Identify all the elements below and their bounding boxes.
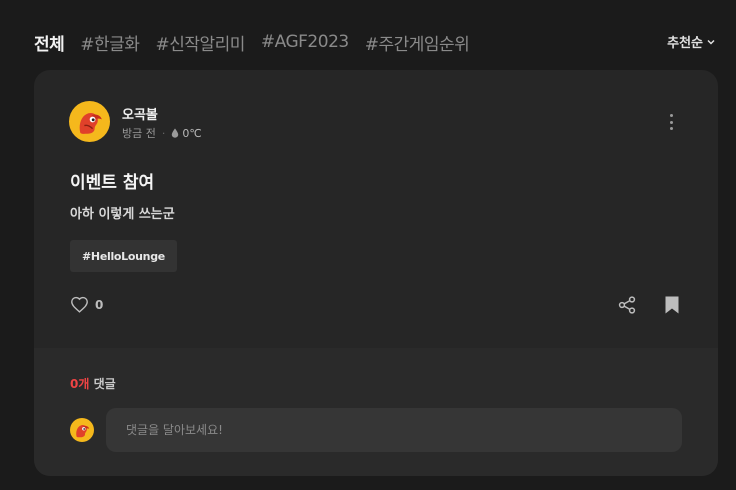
comment-count: 0개 댓글 xyxy=(70,375,116,392)
tab-weekly-ranking[interactable]: #주간게임순위 xyxy=(365,30,470,55)
comment-input[interactable] xyxy=(106,408,682,452)
dot-icon xyxy=(669,114,673,117)
sort-dropdown[interactable]: 추천순 xyxy=(667,32,716,51)
tab-all[interactable]: 전체 xyxy=(34,30,65,55)
post-content: 오곡볼 방금 전 · 0℃ 이벤트 참여 아하 이렇게 쓰는군 #HelloLo… xyxy=(34,70,718,348)
tab-new-releases[interactable]: #신작알리미 xyxy=(155,30,245,55)
tab-bar: 전체 #한글화 #신작알리미 #AGF2023 #주간게임순위 xyxy=(34,28,716,56)
my-avatar xyxy=(70,418,94,442)
sort-label: 추천순 xyxy=(667,36,703,51)
comment-section: 0개 댓글 xyxy=(34,348,718,476)
comment-count-label: 댓글 xyxy=(89,377,116,391)
meta-separator: · xyxy=(161,126,166,140)
temperature-badge: 0℃ xyxy=(171,126,202,140)
like-button[interactable]: 0 xyxy=(70,296,103,313)
post-meta: 방금 전 · 0℃ xyxy=(122,125,202,141)
dot-icon xyxy=(669,120,673,124)
post-time: 방금 전 xyxy=(122,127,156,140)
like-count: 0 xyxy=(95,297,104,312)
share-icon[interactable] xyxy=(618,296,636,314)
post-card: 오곡볼 방금 전 · 0℃ 이벤트 참여 아하 이렇게 쓰는군 #HelloLo… xyxy=(34,70,718,476)
author-name[interactable]: 오곡볼 xyxy=(122,104,158,123)
drop-icon xyxy=(172,128,179,138)
chevron-down-icon xyxy=(707,39,715,45)
temperature-value: 0℃ xyxy=(182,126,202,140)
tab-localization[interactable]: #한글화 xyxy=(80,30,140,55)
comment-count-number: 0개 xyxy=(70,377,90,391)
post-title: 이벤트 참여 xyxy=(70,173,155,193)
avatar[interactable] xyxy=(69,101,110,142)
post-body: 아하 이렇게 쓰는군 xyxy=(70,207,175,222)
bookmark-icon[interactable] xyxy=(665,296,679,314)
tab-agf2023[interactable]: #AGF2023 xyxy=(261,32,349,52)
more-options-button[interactable] xyxy=(664,112,678,132)
hashtag-chip[interactable]: #HelloLounge xyxy=(70,240,177,272)
heart-icon xyxy=(71,296,88,313)
dot-icon xyxy=(669,127,673,130)
